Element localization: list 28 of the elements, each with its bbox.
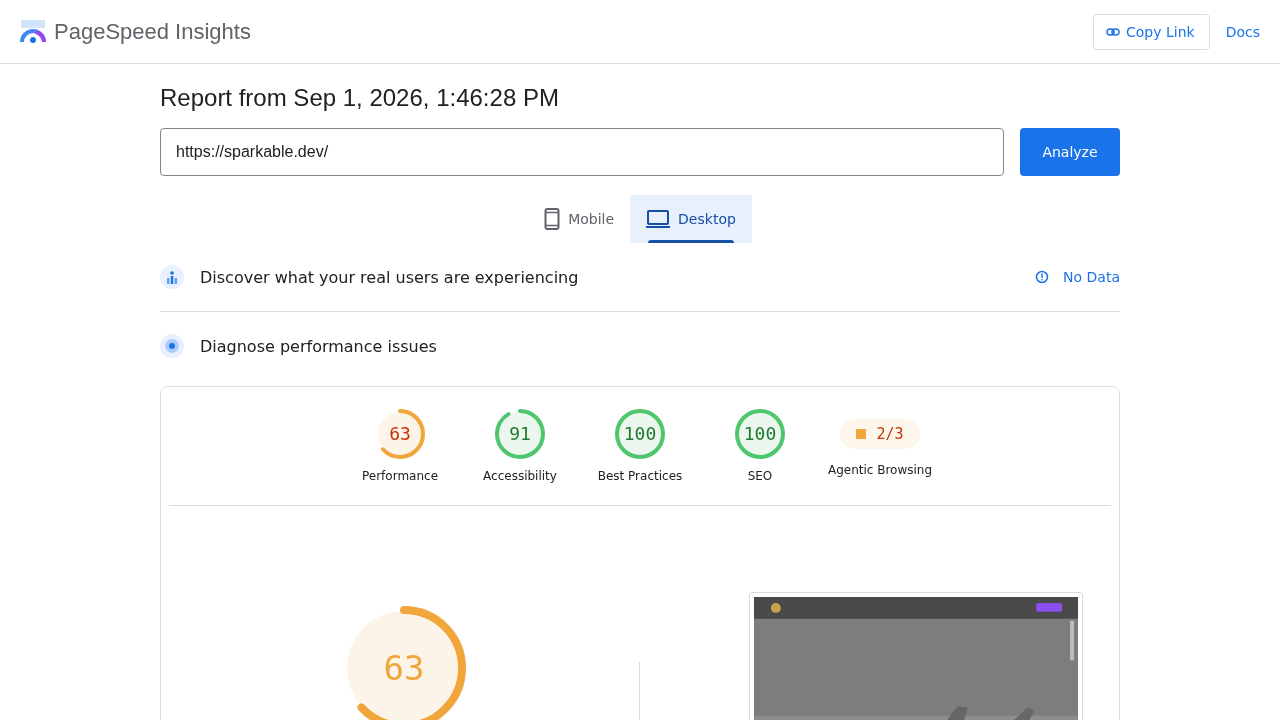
link-icon [1106,27,1120,36]
docs-link[interactable]: Docs [1225,23,1260,40]
radar-icon [160,334,184,358]
category-label[interactable]: Agentic Browsing [827,463,933,477]
info-icon [1035,270,1050,284]
laptop-icon [646,210,671,228]
score-gauge: 100 [735,409,785,459]
logo-icon [20,19,46,44]
section-title: Discover what your real users are experiencing [200,267,579,287]
app-title: PageSpeed Insights [54,18,251,45]
users-chart-icon [160,265,184,289]
category-label[interactable]: Performance [361,469,438,483]
score-gauge: 63 [375,409,425,459]
score-badge: 2/3 [840,419,920,449]
device-tab[interactable]: Mobile [528,195,631,243]
score-gauge: 100 [615,409,665,459]
category-label[interactable]: SEO [747,469,773,483]
score-gauge: 91 [495,409,545,459]
url-field[interactable]: https://sparkable.dev/ [160,128,1004,176]
report-title: Report from Sep 1, 2026, 1:46:28 PM [160,84,560,112]
analyze-button[interactable]: Analyze [1020,128,1120,176]
category-label[interactable]: Best Practices [597,469,683,483]
category-label[interactable]: Accessibility [483,469,557,483]
no-data-status: No Data [1063,269,1120,285]
phone-icon [544,208,561,230]
copy-link-button[interactable]: Copy Link [1093,13,1210,50]
section-title: Diagnose performance issues [200,336,437,356]
device-tab[interactable]: Desktop [630,195,752,243]
